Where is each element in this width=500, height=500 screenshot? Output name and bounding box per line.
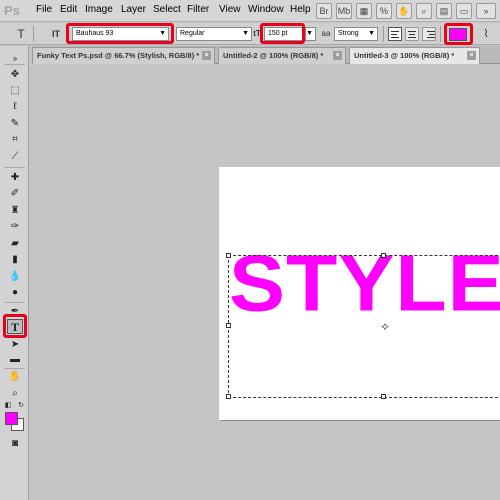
default-colors-icon[interactable]: ◧ <box>3 401 13 410</box>
warp-text-icon[interactable]: ⌇ <box>478 26 494 42</box>
separator <box>5 64 25 65</box>
lasso-tool-icon[interactable]: ℓ <box>7 99 23 114</box>
clone-stamp-tool-icon[interactable]: ♜ <box>7 203 23 218</box>
eyedropper-tool-icon[interactable]: ⟋ <box>7 149 23 164</box>
menu-view[interactable]: View <box>219 4 241 15</box>
anti-alias-select[interactable]: Strong ▼ <box>334 27 378 41</box>
reference-point-icon: ✧ <box>380 320 391 334</box>
chevron-down-icon: ▼ <box>368 30 375 37</box>
tab-label: Funky Text Ps.psd @ 66.7% (Stylish, RGB/… <box>37 51 200 60</box>
tab-untitled-3[interactable]: Untitled-3 @ 100% (RGB/8) * × <box>349 47 480 64</box>
photoshop-logo: Ps <box>4 3 20 18</box>
chevron-down-icon: ▼ <box>306 30 313 37</box>
transform-handle[interactable] <box>381 253 386 258</box>
menu-window[interactable]: Window <box>248 4 284 15</box>
highlight-font-family <box>66 23 174 44</box>
text-orientation-icon[interactable]: IT <box>48 26 64 42</box>
highlight-text-color <box>444 23 473 45</box>
bridge-icon[interactable]: Br <box>316 3 332 19</box>
separator <box>33 26 34 42</box>
menu-help[interactable]: Help <box>290 4 311 15</box>
type-tool-preset-icon[interactable]: T <box>13 26 29 42</box>
anti-alias-icon: aa <box>321 29 331 38</box>
blur-tool-icon[interactable]: 💧 <box>7 269 23 284</box>
menu-filter[interactable]: Filter <box>187 4 209 15</box>
toolbox: » ✥ ⬚ ℓ ✎ ⌗ ⟋ ✚ ✐ ♜ ✑ ▰ ▮ 💧 ● ✒ T ➤ ▬ ✋ … <box>0 46 29 500</box>
align-left-button[interactable] <box>388 27 402 41</box>
crop-tool-icon[interactable]: ⌗ <box>7 132 23 147</box>
font-style-select[interactable]: Regular ▼ <box>176 27 252 41</box>
arrange-documents-icon[interactable]: ▤ <box>436 3 452 19</box>
highlight-font-size <box>260 23 305 44</box>
transform-handle[interactable] <box>226 323 231 328</box>
rectangle-tool-icon[interactable]: ▬ <box>7 352 23 367</box>
tab-untitled-2[interactable]: Untitled-2 @ 100% (RGB/8) * × <box>218 47 346 64</box>
foreground-color-swatch[interactable] <box>5 412 18 425</box>
chevron-down-icon: ▼ <box>242 30 249 37</box>
extras-icon[interactable]: ▦ <box>356 3 372 19</box>
quick-selection-tool-icon[interactable]: ✎ <box>7 116 23 131</box>
move-tool-icon[interactable]: ✥ <box>7 67 23 82</box>
path-selection-tool-icon[interactable]: ➤ <box>7 337 23 352</box>
eraser-tool-icon[interactable]: ▰ <box>7 236 23 251</box>
swap-colors-icon[interactable]: ↻ <box>16 401 26 410</box>
font-size-dropdown[interactable]: ▼ <box>305 27 316 41</box>
tab-funky-text[interactable]: Funky Text Ps.psd @ 66.7% (Stylish, RGB/… <box>32 47 215 64</box>
gradient-tool-icon[interactable]: ▮ <box>7 252 23 267</box>
align-center-button[interactable] <box>405 27 419 41</box>
marquee-tool-icon[interactable]: ⬚ <box>7 83 23 98</box>
tab-label: Untitled-3 @ 100% (RGB/8) * <box>354 51 455 60</box>
dodge-tool-icon[interactable]: ● <box>7 285 23 300</box>
brush-tool-icon[interactable]: ✐ <box>7 186 23 201</box>
quick-mask-icon[interactable]: ◙ <box>7 436 23 451</box>
screen-mode-icon[interactable]: ▭ <box>456 3 472 19</box>
menu-layer[interactable]: Layer <box>121 4 146 15</box>
zoom-tool-icon[interactable]: ⌕ <box>416 3 432 19</box>
transform-handle[interactable] <box>226 253 231 258</box>
align-right-button[interactable] <box>422 27 436 41</box>
close-icon[interactable]: × <box>333 51 342 60</box>
highlight-type-tool <box>3 314 27 338</box>
transform-handle[interactable] <box>226 394 231 399</box>
separator <box>5 167 25 168</box>
hand-tool-icon[interactable]: ✋ <box>396 3 412 19</box>
menu-edit[interactable]: Edit <box>60 4 77 15</box>
menu-image[interactable]: Image <box>85 4 113 15</box>
menu-select[interactable]: Select <box>153 4 181 15</box>
history-brush-tool-icon[interactable]: ✑ <box>7 219 23 234</box>
zoom-level-icon[interactable]: % <box>376 3 392 19</box>
document-canvas[interactable]: STYLE ✧ <box>219 167 500 420</box>
options-bar: T IT Bauhaus 93 ▼ Regular ▼ tT 150 pt ▼ … <box>0 23 500 45</box>
separator <box>5 302 25 303</box>
tab-label: Untitled-2 @ 100% (RGB/8) * <box>223 51 324 60</box>
text-bounding-box[interactable] <box>226 253 500 399</box>
minibridge-icon[interactable]: Mb <box>336 3 352 19</box>
workspace-switcher-icon[interactable]: » <box>476 3 496 19</box>
separator <box>383 26 384 42</box>
document-tab-bar: Funky Text Ps.psd @ 66.7% (Stylish, RGB/… <box>32 46 500 64</box>
close-icon[interactable]: × <box>467 51 476 60</box>
close-icon[interactable]: × <box>202 51 211 60</box>
transform-handle[interactable] <box>381 394 386 399</box>
menu-file[interactable]: File <box>36 4 52 15</box>
spot-healing-tool-icon[interactable]: ✚ <box>7 170 23 185</box>
font-style-value: Regular <box>180 30 205 37</box>
menu-bar: Ps File Edit Image Layer Select Filter V… <box>0 0 500 22</box>
anti-alias-value: Strong <box>338 30 359 37</box>
zoom-tool-icon[interactable]: ⌕ <box>7 386 23 401</box>
separator <box>440 26 441 42</box>
hand-tool-icon[interactable]: ✋ <box>7 369 23 384</box>
